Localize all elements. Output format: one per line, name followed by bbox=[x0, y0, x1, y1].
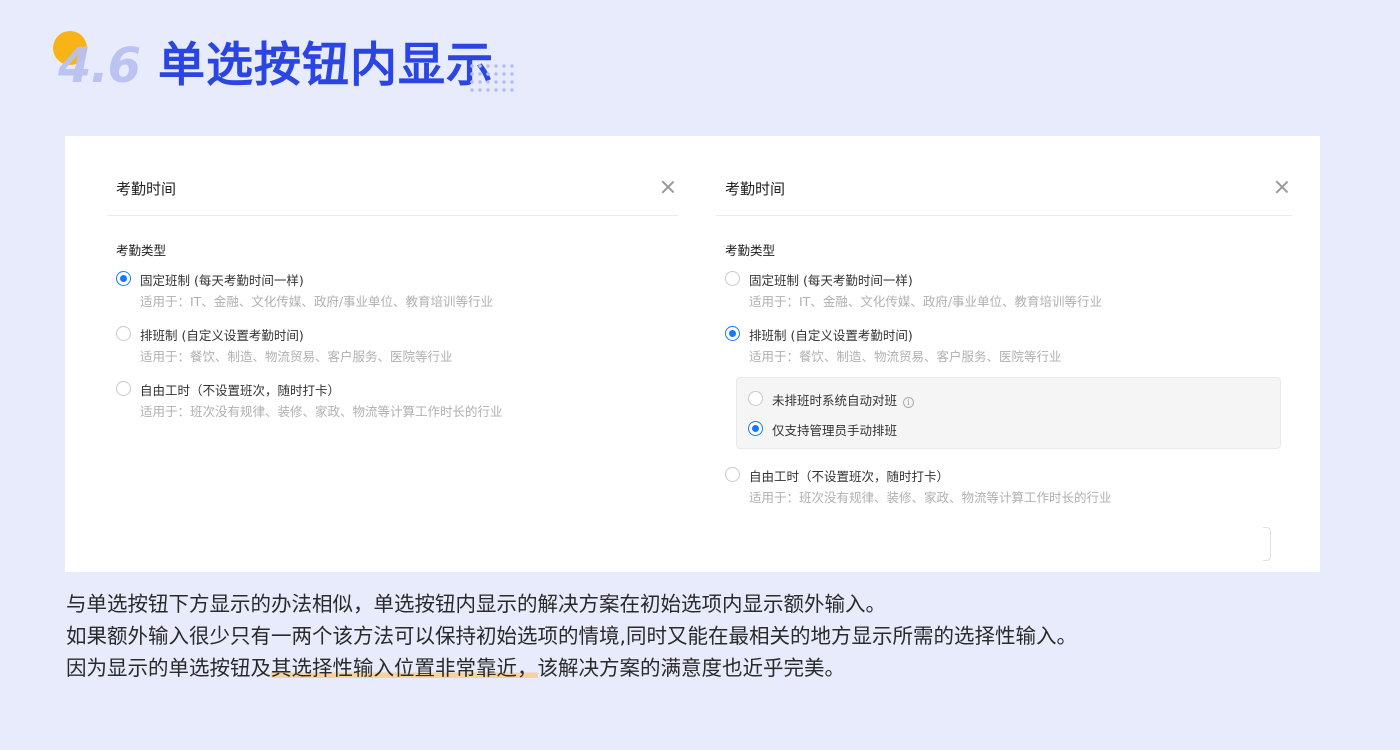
radio-icon[interactable] bbox=[116, 381, 131, 396]
option-label: 自由工时（不设置班次，随时打卡） bbox=[749, 469, 950, 484]
option-desc: 适用于：餐饮、制造、物流贸易、客户服务、医院等行业 bbox=[140, 349, 453, 364]
description-line: 因为显示的单选按钮及其选择性输入位置非常靠近，该解决方案的满意度也近乎完美。 bbox=[66, 652, 1326, 684]
description: 与单选按钮下方显示的办法相似，单选按钮内显示的解决方案在初始选项内显示额外输入。… bbox=[66, 588, 1326, 684]
close-icon[interactable] bbox=[661, 180, 675, 194]
option-desc: 适用于：班次没有规律、装修、家政、物流等计算工作时长的行业 bbox=[140, 404, 503, 419]
info-icon[interactable]: i bbox=[903, 397, 915, 408]
section-number: 4.6 bbox=[58, 38, 141, 94]
dialog-title: 考勤时间 bbox=[725, 180, 786, 198]
nested-options-box: 未排班时系统自动对班 i 仅支持管理员手动排班 bbox=[736, 377, 1281, 449]
description-line: 与单选按钮下方显示的办法相似，单选按钮内显示的解决方案在初始选项内显示额外输入。 bbox=[66, 592, 886, 616]
section-title: 单选按钮内显示 bbox=[158, 38, 494, 93]
description-text: 因为显示的单选按钮及 bbox=[66, 656, 271, 680]
section-label: 考勤类型 bbox=[725, 243, 776, 258]
description-line: 如果额外输入很少只有一两个该方法可以保持初始选项的情境,同时又能在最相关的地方显… bbox=[66, 624, 1078, 648]
radio-icon[interactable] bbox=[748, 391, 763, 406]
example-card: 考勤时间 考勤类型 固定班制 (每天考勤时间一样) 适用于：IT、金融、文化传媒… bbox=[65, 136, 1320, 572]
radio-icon[interactable] bbox=[748, 421, 763, 436]
highlighted-text: 其选择性输入位置非常靠近， bbox=[271, 656, 538, 680]
decorative-dots bbox=[468, 62, 516, 92]
option-desc: 适用于：IT、金融、文化传媒、政府/事业单位、教育培训等行业 bbox=[140, 294, 494, 309]
option-label: 排班制 (自定义设置考勤时间) bbox=[140, 328, 304, 343]
option-desc: 适用于：班次没有规律、装修、家政、物流等计算工作时长的行业 bbox=[749, 490, 1112, 505]
option-label: 固定班制 (每天考勤时间一样) bbox=[140, 273, 304, 288]
dialog-header: 考勤时间 bbox=[716, 136, 1292, 216]
option-desc: 适用于：IT、金融、文化传媒、政府/事业单位、教育培训等行业 bbox=[749, 294, 1103, 309]
attendance-dialog-right: 考勤时间 考勤类型 固定班制 (每天考勤时间一样) 适用于：IT、金融、文化传媒… bbox=[716, 136, 1292, 505]
section-label: 考勤类型 bbox=[116, 243, 167, 258]
partial-element-edge bbox=[1263, 527, 1271, 561]
description-text: 该解决方案的满意度也近乎完美。 bbox=[537, 656, 846, 680]
section-heading: 4.6 单选按钮内显示 bbox=[50, 28, 530, 100]
radio-icon[interactable] bbox=[116, 326, 131, 341]
option-label: 自由工时（不设置班次，随时打卡） bbox=[140, 383, 341, 398]
radio-icon[interactable] bbox=[725, 467, 740, 482]
radio-icon[interactable] bbox=[725, 271, 740, 286]
radio-icon[interactable] bbox=[725, 326, 740, 341]
attendance-dialog-left: 考勤时间 考勤类型 固定班制 (每天考勤时间一样) 适用于：IT、金融、文化传媒… bbox=[107, 136, 678, 419]
radio-icon[interactable] bbox=[116, 271, 131, 286]
sub-option-label: 仅支持管理员手动排班 bbox=[772, 423, 898, 438]
option-label: 排班制 (自定义设置考勤时间) bbox=[749, 328, 913, 343]
sub-option-label-wrap: 未排班时系统自动对班 i bbox=[772, 390, 915, 409]
option-desc: 适用于：餐饮、制造、物流贸易、客户服务、医院等行业 bbox=[749, 349, 1062, 364]
dialog-title: 考勤时间 bbox=[116, 180, 177, 198]
dialog-header: 考勤时间 bbox=[107, 136, 678, 216]
option-label: 固定班制 (每天考勤时间一样) bbox=[749, 273, 913, 288]
close-icon[interactable] bbox=[1275, 180, 1289, 194]
sub-option-label: 未排班时系统自动对班 bbox=[772, 393, 898, 408]
